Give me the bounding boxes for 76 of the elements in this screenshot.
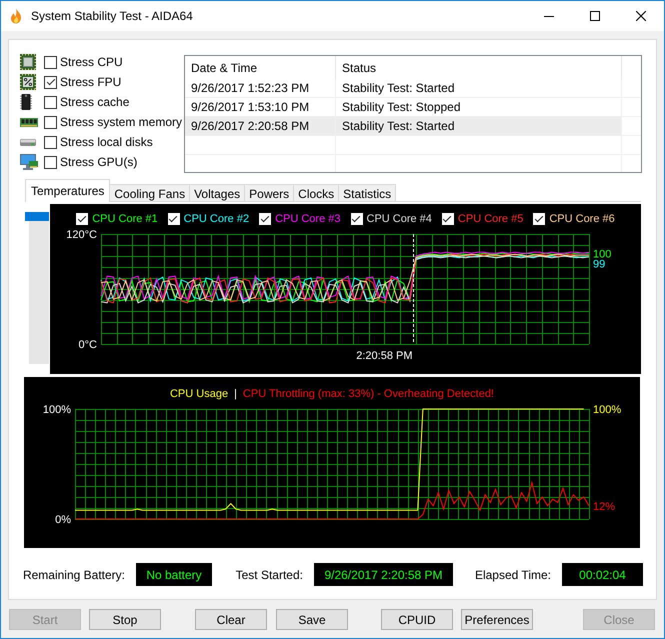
- slider-thumb[interactable]: [25, 212, 49, 221]
- close-icon[interactable]: [636, 11, 646, 21]
- checkbox[interactable]: [44, 136, 57, 148]
- dialog-button[interactable]: Clear: [195, 609, 267, 630]
- legend-label: CPU Throttling (max: 33%) - Overheating Detected!: [242, 388, 494, 400]
- tab[interactable]: Cooling Fans: [109, 184, 190, 202]
- checkbox[interactable]: [44, 96, 57, 108]
- axis-label: 100%: [42, 405, 71, 416]
- axis-label: 0%: [55, 514, 71, 526]
- table-cell: 9/26/2017 1:53:10 PM: [185, 98, 336, 116]
- slider-track[interactable]: [25, 212, 49, 364]
- tab[interactable]: Temperatures: [25, 179, 110, 202]
- column-header[interactable]: Date & Time: [185, 56, 336, 79]
- checkbox-label[interactable]: Stress local disks: [60, 135, 153, 149]
- checkbox-label[interactable]: Stress FPU: [60, 75, 122, 89]
- disk-drive-icon: [20, 138, 36, 146]
- checkbox[interactable]: [44, 156, 57, 168]
- value-label: 12%: [593, 500, 616, 513]
- table-cell: Stability Test: Started: [336, 79, 622, 97]
- legend-label: CPU Core #3: [275, 213, 340, 225]
- chip-icon: [20, 54, 36, 70]
- dialog-button[interactable]: Preferences: [461, 609, 533, 630]
- table-cell: Stability Test: Started: [336, 117, 622, 135]
- legend-label: CPU Core #2: [184, 213, 250, 225]
- maximize-icon[interactable]: [590, 11, 600, 21]
- checkbox[interactable]: [259, 213, 272, 225]
- value-label: 100: [593, 248, 612, 260]
- checkbox[interactable]: [533, 213, 546, 225]
- axis-label: 0°C: [78, 339, 97, 351]
- checkbox[interactable]: [350, 213, 362, 225]
- flame-icon: [8, 8, 24, 24]
- checkbox[interactable]: [44, 56, 57, 68]
- column-header[interactable]: Status: [336, 56, 622, 79]
- tab[interactable]: Clocks: [293, 184, 340, 202]
- value-display: No battery: [136, 563, 212, 586]
- legend-label: CPU Core #6: [549, 213, 615, 225]
- value-label: 99: [593, 258, 606, 270]
- tab[interactable]: Statistics: [338, 184, 396, 202]
- checkbox-label[interactable]: Stress cache: [60, 95, 130, 109]
- memory-module-icon: [20, 118, 38, 126]
- dialog-button[interactable]: Stop: [89, 609, 161, 630]
- legend-separator: |: [234, 388, 237, 400]
- axis-label: 120°C: [66, 230, 97, 241]
- legend-label: CPU Core #1: [92, 213, 158, 225]
- checkbox[interactable]: [44, 116, 57, 128]
- dialog-button[interactable]: Save: [276, 609, 348, 630]
- checkbox[interactable]: [168, 213, 180, 225]
- field-label: Remaining Battery:: [22, 568, 125, 582]
- value-label: 100%: [593, 405, 622, 416]
- checkbox-label[interactable]: Stress GPU(s): [60, 155, 138, 169]
- checkbox-label[interactable]: Stress system memory: [60, 115, 182, 129]
- monitor-icon: [20, 154, 38, 170]
- table-row[interactable]: 9/26/2017 1:52:23 PM Stability Test: Started: [185, 79, 622, 97]
- table-row[interactable]: 9/26/2017 2:20:58 PM Stability Test: Started: [185, 117, 622, 135]
- value-display: 00:02:04: [562, 563, 643, 586]
- tab[interactable]: Voltages: [189, 184, 246, 202]
- checkbox-label[interactable]: Stress CPU: [60, 55, 123, 69]
- checkbox[interactable]: [44, 76, 57, 88]
- table-cell: Stability Test: Stopped: [336, 98, 622, 116]
- ic-chip-icon: [20, 94, 32, 110]
- checkbox[interactable]: [442, 213, 454, 225]
- field-label: Test Started:: [236, 568, 303, 582]
- legend-label: CPU Usage: [170, 388, 228, 400]
- field-label: Elapsed Time:: [474, 568, 551, 582]
- value-display: 9/26/2017 2:20:58 PM: [314, 563, 453, 586]
- table-cell: 9/26/2017 2:20:58 PM: [185, 117, 336, 135]
- legend-label: CPU Core #4: [366, 213, 432, 225]
- tab[interactable]: Powers: [244, 184, 294, 202]
- table-row[interactable]: 9/26/2017 1:53:10 PM Stability Test: Stopped: [185, 98, 622, 116]
- window-title: System Stability Test - AIDA64: [31, 9, 193, 23]
- legend-label: CPU Core #5: [458, 213, 524, 225]
- table-cell: 9/26/2017 1:52:23 PM: [185, 79, 336, 97]
- checkbox[interactable]: [76, 213, 88, 225]
- percent-chip-icon: [20, 74, 36, 90]
- dialog-button[interactable]: CPUID: [381, 609, 453, 630]
- time-label: 2:20:58 PM: [356, 350, 412, 362]
